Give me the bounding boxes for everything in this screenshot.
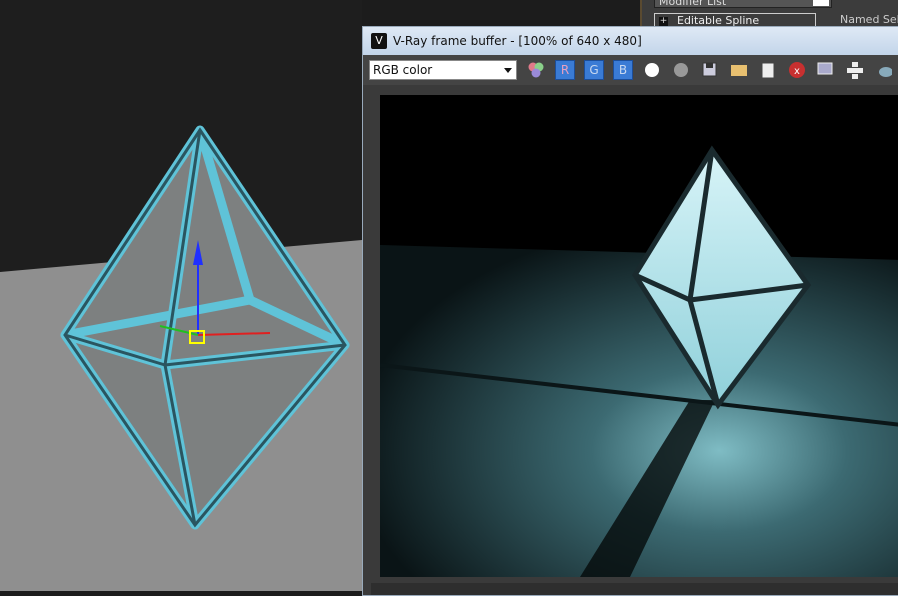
perspective-viewport[interactable] xyxy=(0,0,362,591)
color-swatch[interactable] xyxy=(813,0,829,6)
toolbar: RGB color R G B x xyxy=(363,55,898,85)
status-bar xyxy=(371,583,898,595)
red-channel-button[interactable]: R xyxy=(555,60,575,80)
open-folder-icon[interactable] xyxy=(729,60,749,80)
render-scene xyxy=(380,95,898,577)
blue-channel-button[interactable]: B xyxy=(613,60,633,80)
white-circle-icon[interactable] xyxy=(642,60,662,80)
render-teapot-icon[interactable] xyxy=(874,60,894,80)
vray-frame-buffer-window: V V-Ray frame buffer - [100% of 640 x 48… xyxy=(362,26,898,596)
svg-text:x: x xyxy=(794,66,800,77)
modifier-list-label: Modifier List xyxy=(659,0,727,8)
track-mouse-icon[interactable] xyxy=(845,60,865,80)
save-icon[interactable] xyxy=(700,60,720,80)
modifier-list-dropdown[interactable]: Modifier List xyxy=(654,0,832,8)
green-channel-button[interactable]: G xyxy=(584,60,604,80)
viewport-scene xyxy=(0,125,362,591)
rendered-image xyxy=(380,95,898,577)
region-render-icon[interactable] xyxy=(816,60,836,80)
expand-icon[interactable]: + xyxy=(659,17,668,26)
named-selections-label: Named Sel xyxy=(840,13,898,26)
channel-select[interactable]: RGB color xyxy=(369,60,517,80)
clear-icon[interactable]: x xyxy=(787,60,807,80)
window-title: V-Ray frame buffer - [100% of 640 x 480] xyxy=(393,34,642,48)
color-channels-icon[interactable] xyxy=(526,60,546,80)
title-bar[interactable]: V V-Ray frame buffer - [100% of 640 x 48… xyxy=(363,27,898,55)
vray-logo-icon: V xyxy=(371,33,387,49)
clipboard-icon[interactable] xyxy=(758,60,778,80)
command-panel: Modifier List + Editable Spline Named Sel xyxy=(640,0,898,29)
gray-circle-icon[interactable] xyxy=(671,60,691,80)
